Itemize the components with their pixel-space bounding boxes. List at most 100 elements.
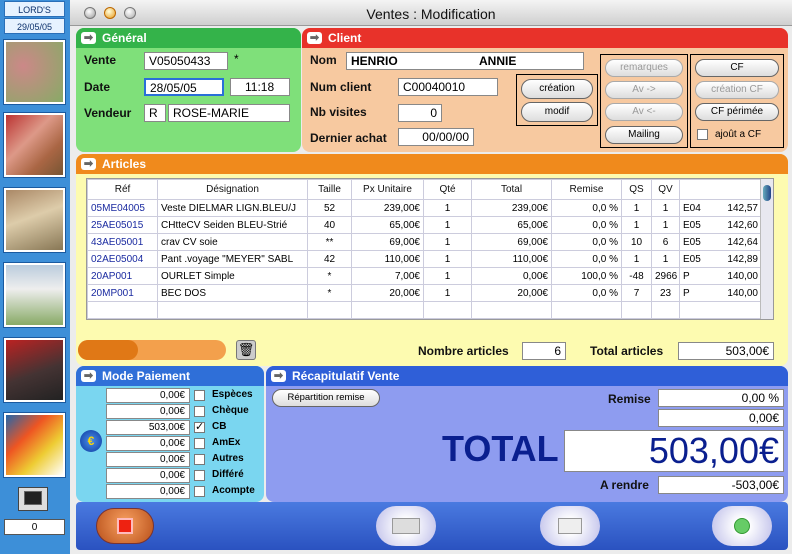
code-value: 142,89 xyxy=(727,253,758,265)
total-field: 503,00€ xyxy=(564,430,784,472)
location-code: E05 xyxy=(683,219,701,231)
payment-checkbox[interactable] xyxy=(194,454,205,465)
num-client-field[interactable]: C00040010 xyxy=(398,78,498,96)
date-field[interactable]: 28/05/05 xyxy=(144,78,224,96)
table-cell: 0,00€ xyxy=(471,267,552,285)
table-cell: Pant .voyage "MEYER" SABL xyxy=(157,250,308,268)
creation-cf-button[interactable]: création CF xyxy=(695,81,779,99)
table-cell: 1 xyxy=(423,199,472,217)
table-cell: * xyxy=(307,284,352,302)
dernier-achat-label: Dernier achat xyxy=(310,131,387,145)
ajout-cf-checkbox[interactable] xyxy=(697,129,708,143)
client-first-name: ANNIE xyxy=(479,54,517,68)
column-header[interactable]: Taille xyxy=(307,179,352,200)
main-window: Ventes : Modification ➡ Général Vente V05… xyxy=(70,0,792,554)
arrow-right-icon: ➡ xyxy=(271,370,286,382)
ticket-button[interactable] xyxy=(540,506,600,546)
validate-icon xyxy=(734,518,750,534)
trash-icon[interactable]: 🗑 xyxy=(236,340,256,360)
table-cell: ** xyxy=(307,233,352,251)
date-label: Date xyxy=(84,80,111,94)
remise-amount-field[interactable]: 0,00€ xyxy=(658,409,784,427)
creation-button[interactable]: création xyxy=(521,79,593,99)
table-row[interactable]: 43AE05001 crav CV soie ** 69,00€ 1 69,00€ 0,0 … xyxy=(87,233,762,251)
table-cell: 65,00€ xyxy=(471,216,552,234)
avoir-forward-button[interactable]: Av -> xyxy=(605,81,683,99)
computer-icon[interactable] xyxy=(18,487,48,511)
sidebar-register-thumb[interactable] xyxy=(4,338,65,402)
payment-checkbox[interactable] xyxy=(194,470,205,481)
current-date: 29/05/05 xyxy=(4,18,65,34)
mailing-button[interactable]: Mailing xyxy=(605,126,683,144)
repartition-remise-button[interactable]: Répartition remise xyxy=(272,389,380,407)
payment-amount-field[interactable]: 0,00€ xyxy=(106,452,190,467)
column-header[interactable] xyxy=(679,179,762,200)
sidebar-store-thumb[interactable] xyxy=(4,263,65,327)
column-header[interactable]: QV xyxy=(651,179,680,200)
stop-button[interactable] xyxy=(96,508,154,544)
column-header[interactable]: Total xyxy=(471,179,552,200)
column-header[interactable]: Remise xyxy=(551,179,622,200)
payment-amount-field[interactable]: 0,00€ xyxy=(106,436,190,451)
table-cell: 05ME04005 xyxy=(87,199,158,217)
dernier-achat-field[interactable]: 00/00/00 xyxy=(398,128,474,146)
time-field[interactable]: 11:18 xyxy=(230,78,290,96)
table-cell: 0,0 % xyxy=(551,199,622,217)
sidebar-sales-thumb[interactable] xyxy=(4,188,65,252)
client-title: Client xyxy=(328,31,362,45)
payment-checkbox[interactable] xyxy=(194,406,205,417)
validate-button[interactable] xyxy=(712,506,772,546)
a-rendre-field: -503,00€ xyxy=(658,476,784,494)
cf-button[interactable]: CF xyxy=(695,59,779,77)
sidebar-counter: 0 xyxy=(4,519,65,535)
table-cell: 0,0 % xyxy=(551,233,622,251)
payment-amount-field[interactable]: 0,00€ xyxy=(106,468,190,483)
table-row[interactable]: 20AP001 OURLET Simple * 7,00€ 1 0,00€ 100,0 % -… xyxy=(87,267,762,285)
payment-checkbox[interactable] xyxy=(194,486,205,497)
receipt-printer-icon xyxy=(558,518,582,534)
table-row[interactable]: 20MP001 BEC DOS * 20,00€ 1 20,00€ 0,0 % 7 23 P 140… xyxy=(87,284,762,302)
remise-pct-field[interactable]: 0,00 % xyxy=(658,389,784,407)
payment-checkbox[interactable] xyxy=(194,390,205,401)
column-header[interactable]: Réf xyxy=(87,179,158,200)
payment-amount-field[interactable]: 503,00€ xyxy=(106,420,190,435)
table-scrollbar[interactable] xyxy=(760,179,773,319)
table-cell: 239,00€ xyxy=(471,199,552,217)
recap-title: Récapitulatif Vente xyxy=(292,369,400,383)
vendeur-name-field[interactable]: ROSE-MARIE xyxy=(168,104,290,122)
payment-checkbox[interactable]: ✓ xyxy=(194,422,205,433)
table-row[interactable]: 05ME04005 Veste DIELMAR LIGN.BLEU/J 52 239,… xyxy=(87,199,762,217)
remarques-button[interactable]: remarques xyxy=(605,59,683,77)
print-button[interactable] xyxy=(376,506,436,546)
table-row[interactable]: 02AE05004 Pant .voyage "MEYER" SABL 42 110,… xyxy=(87,250,762,268)
nom-field[interactable]: HENRIO ANNIE xyxy=(346,52,584,70)
table-cell: 23 xyxy=(651,284,680,302)
column-header[interactable]: Px Unitaire xyxy=(351,179,424,200)
payment-row: 0,00€ Différé xyxy=(106,468,262,484)
payment-checkbox[interactable] xyxy=(194,438,205,449)
table-cell xyxy=(679,301,762,319)
column-header[interactable]: Désignation xyxy=(157,179,308,200)
scrollbar-thumb[interactable] xyxy=(763,185,771,201)
table-cell: 7,00€ xyxy=(351,267,424,285)
avoir-back-button[interactable]: Av <- xyxy=(605,103,683,121)
payment-amount-field[interactable]: 0,00€ xyxy=(106,404,190,419)
payment-amount-field[interactable]: 0,00€ xyxy=(106,484,190,499)
table-cell: 02AE05004 xyxy=(87,250,158,268)
modif-button[interactable]: modif xyxy=(521,102,593,122)
cf-perimee-button[interactable]: CF périmée xyxy=(695,103,779,121)
table-row-empty[interactable] xyxy=(87,301,762,319)
vente-field[interactable]: V05050433 xyxy=(144,52,228,70)
euro-icon[interactable]: € xyxy=(80,430,102,452)
sidebar-cards-thumb[interactable] xyxy=(4,413,65,477)
table-row[interactable]: 25AE05015 CHtteCV Seiden BLEU-Strié 40 65,0… xyxy=(87,216,762,234)
sidebar-stock-thumb[interactable] xyxy=(4,113,65,177)
window-title: Ventes : Modification xyxy=(366,6,496,22)
column-header[interactable]: QS xyxy=(621,179,652,200)
column-header[interactable]: Qté xyxy=(423,179,472,200)
vendeur-code-field[interactable]: R xyxy=(144,104,166,122)
visites-field[interactable]: 0 xyxy=(398,104,442,122)
payment-amount-field[interactable]: 0,00€ xyxy=(106,388,190,403)
sidebar-clients-thumb[interactable] xyxy=(4,40,65,104)
location-code: P xyxy=(683,287,690,299)
